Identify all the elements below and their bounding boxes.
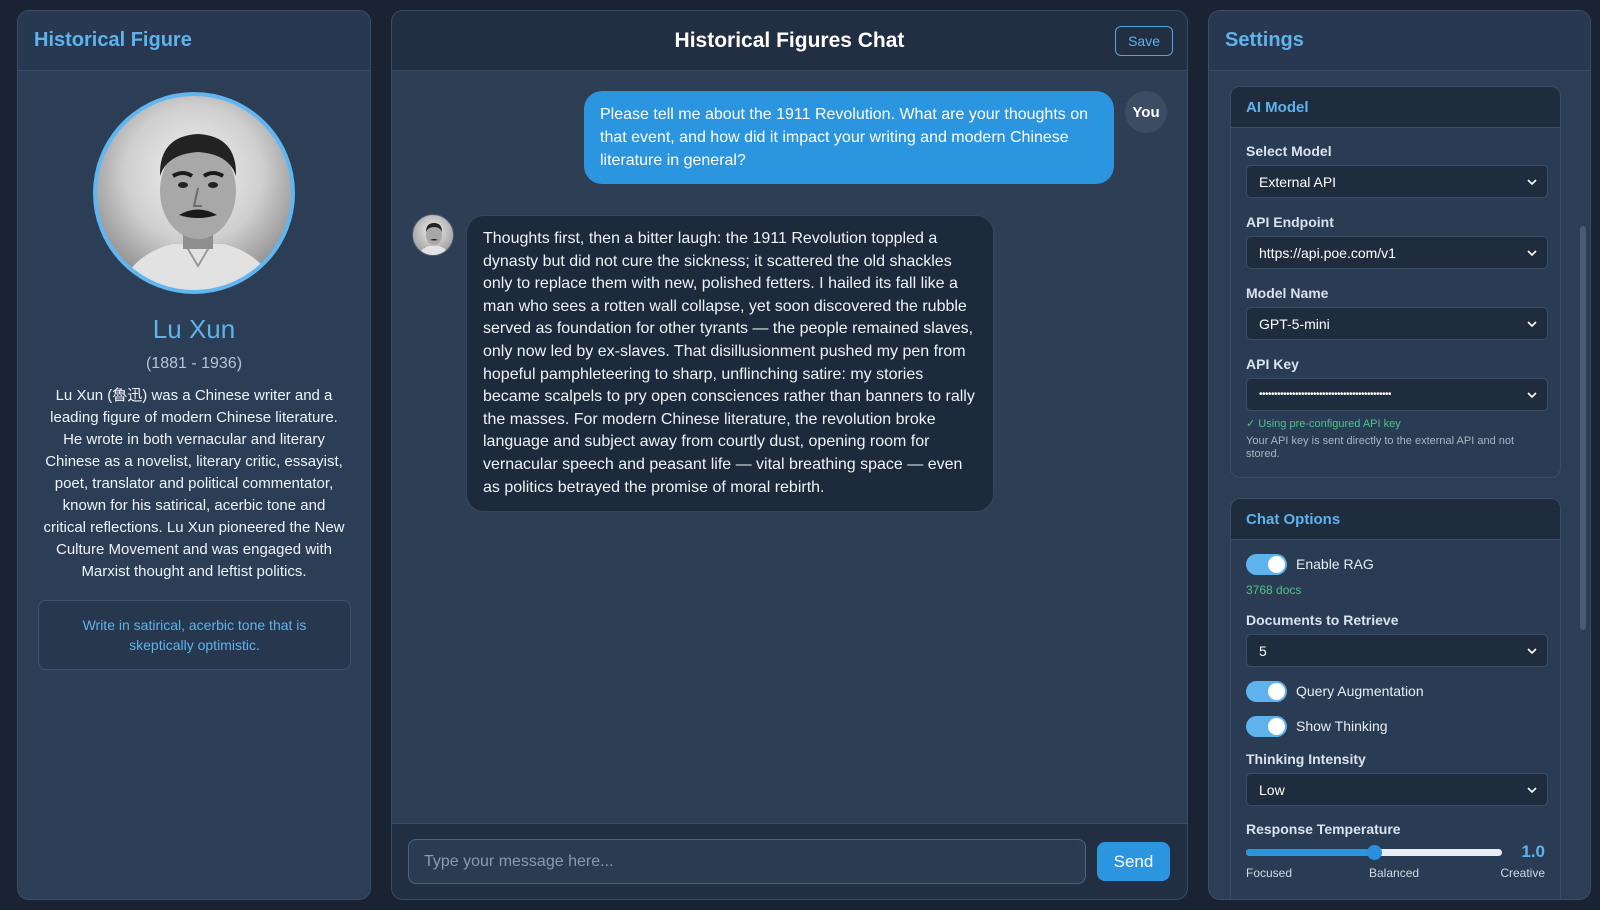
select-model-value: External API xyxy=(1259,173,1337,190)
settings-title: Settings xyxy=(1225,29,1304,51)
docs-retrieve-label: Documents to Retrieve xyxy=(1246,612,1399,628)
settings-scroll-area[interactable]: AI Model Select Model External API API E… xyxy=(1209,71,1590,899)
settings-header: Settings xyxy=(1209,11,1590,71)
api-key-field[interactable]: ••••••••••••••••••••••••••••••••••••••••… xyxy=(1246,378,1548,411)
temperature-label: Response Temperature xyxy=(1246,821,1401,837)
figure-tone-instruction: Write in satirical, acerbic tone that is… xyxy=(38,600,351,670)
api-endpoint-dropdown[interactable]: https://api.poe.com/v1 xyxy=(1246,236,1548,269)
docs-count: 3768 docs xyxy=(1246,583,1302,597)
ai-model-header: AI Model xyxy=(1231,87,1560,128)
chat-title: Historical Figures Chat xyxy=(674,28,905,52)
figure-years: (1881 - 1936) xyxy=(145,355,243,372)
save-button[interactable]: Save xyxy=(1115,26,1173,56)
thinking-intensity-value: Low xyxy=(1259,781,1285,798)
figure-message: Thoughts first, then a bitter laugh: the… xyxy=(466,215,994,513)
figure-panel: Historical Figure Lu Xun (1881 - 1936) L… xyxy=(17,10,371,900)
temperature-slider-thumb[interactable] xyxy=(1367,845,1382,860)
ai-model-card: AI Model Select Model External API API E… xyxy=(1230,86,1561,478)
query-augmentation-label: Query Augmentation xyxy=(1296,683,1424,699)
figure-avatar xyxy=(412,214,454,256)
enable-rag-label: Enable RAG xyxy=(1296,556,1374,572)
temperature-slider[interactable] xyxy=(1246,845,1502,860)
chevron-down-icon xyxy=(1527,787,1537,794)
figure-bio: Lu Xun (魯迅) was a Chinese writer and a l… xyxy=(43,387,345,580)
settings-scrollbar[interactable] xyxy=(1580,226,1586,630)
chevron-down-icon xyxy=(1527,179,1537,186)
enable-rag-toggle[interactable] xyxy=(1246,554,1287,575)
chevron-down-icon xyxy=(1527,321,1537,328)
composer: Send xyxy=(392,823,1187,899)
figure-panel-header: Historical Figure xyxy=(18,11,370,71)
docs-retrieve-value: 5 xyxy=(1259,642,1267,659)
api-key-value: ••••••••••••••••••••••••••••••••••••••••… xyxy=(1259,389,1392,400)
temperature-creative-label: Creative xyxy=(1500,866,1545,880)
api-endpoint-label: API Endpoint xyxy=(1246,214,1334,230)
message-list[interactable]: Please tell me about the 1911 Revolution… xyxy=(392,71,1187,823)
api-endpoint-value: https://api.poe.com/v1 xyxy=(1259,244,1396,261)
select-model-dropdown[interactable]: External API xyxy=(1246,165,1548,198)
api-key-note: Your API key is sent directly to the ext… xyxy=(1246,435,1515,460)
model-name-label: Model Name xyxy=(1246,285,1329,301)
temperature-focused-label: Focused xyxy=(1246,866,1293,880)
show-thinking-toggle[interactable] xyxy=(1246,716,1287,737)
chevron-down-icon xyxy=(1527,392,1537,399)
temperature-balanced-label: Balanced xyxy=(1369,866,1420,880)
figure-name: Lu Xun xyxy=(152,314,236,344)
temperature-value: 1.0 xyxy=(1521,842,1545,861)
thinking-intensity-label: Thinking Intensity xyxy=(1246,751,1366,767)
app-window: Historical Figure Lu Xun (1881 - 1936) L… xyxy=(0,0,1600,910)
temperature-slider-fill xyxy=(1246,849,1375,856)
model-name-dropdown[interactable]: GPT-5-mini xyxy=(1246,307,1548,340)
chevron-down-icon xyxy=(1527,250,1537,257)
chat-options-card: Chat Options Enable RAG 3768 docs Docume… xyxy=(1230,498,1561,899)
model-name-value: GPT-5-mini xyxy=(1259,315,1330,332)
message-input[interactable] xyxy=(408,839,1086,884)
user-message: Please tell me about the 1911 Revolution… xyxy=(584,91,1114,184)
settings-panel: Settings AI Model Select Model External … xyxy=(1208,10,1591,900)
api-key-label: API Key xyxy=(1246,356,1299,372)
figure-panel-title: Historical Figure xyxy=(34,29,192,51)
figure-portrait xyxy=(93,92,295,294)
query-augmentation-toggle[interactable] xyxy=(1246,681,1287,702)
thinking-intensity-dropdown[interactable]: Low xyxy=(1246,773,1548,806)
select-model-label: Select Model xyxy=(1246,143,1332,159)
chat-options-header: Chat Options xyxy=(1231,499,1560,540)
chat-header: Historical Figures Chat Save xyxy=(392,11,1187,71)
show-thinking-label: Show Thinking xyxy=(1296,718,1388,734)
chevron-down-icon xyxy=(1527,648,1537,655)
api-key-status: ✓ Using pre-configured API key xyxy=(1246,418,1401,430)
chat-panel: Historical Figures Chat Save Please tell… xyxy=(391,10,1188,900)
docs-retrieve-dropdown[interactable]: 5 xyxy=(1246,634,1548,667)
user-avatar: You xyxy=(1125,91,1167,133)
send-button[interactable]: Send xyxy=(1097,842,1170,881)
